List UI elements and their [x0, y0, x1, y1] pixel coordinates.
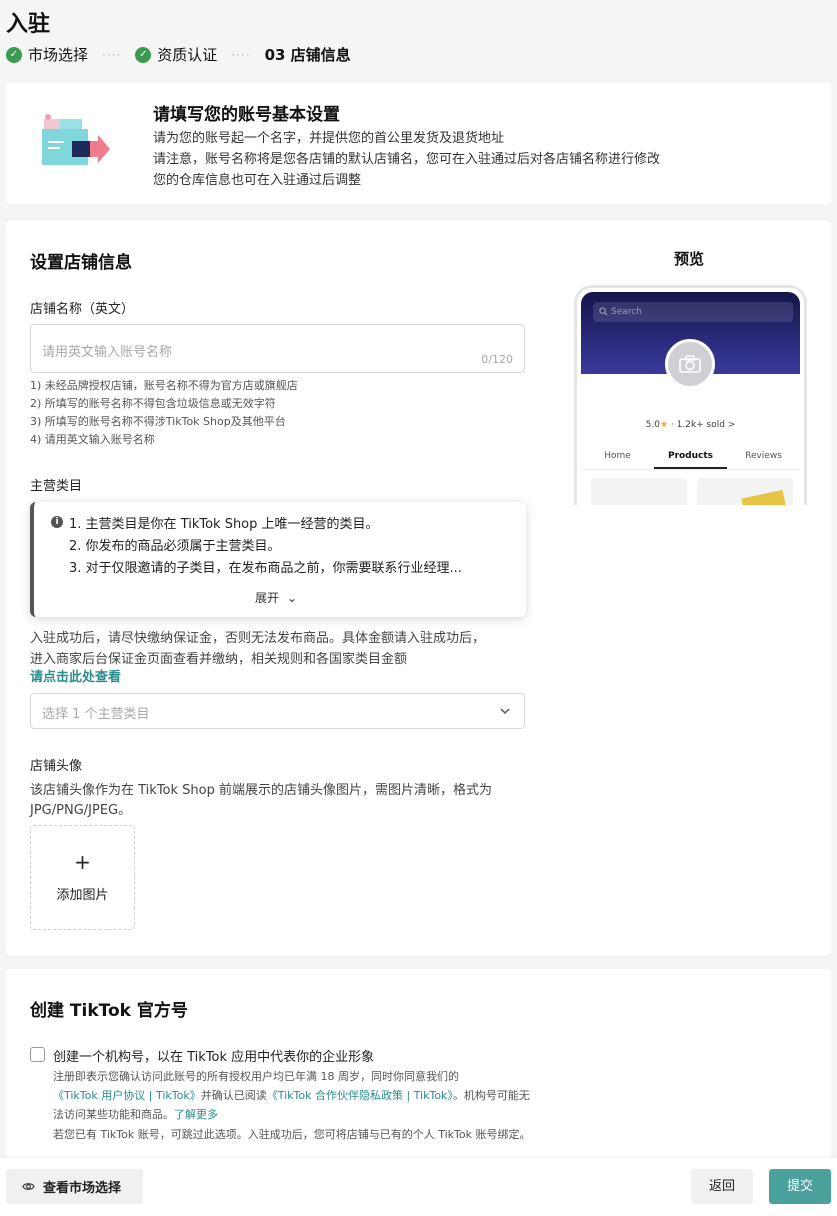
preview-product: [591, 478, 687, 505]
intro-title: 请填写您的账号基本设置: [153, 105, 340, 125]
plus-icon: +: [74, 850, 91, 874]
rating-value: 5.0: [645, 420, 660, 430]
camera-icon: [679, 355, 701, 373]
page-title: 入驻: [6, 12, 51, 37]
preview-search-text: Search: [611, 307, 642, 317]
terms-text-tail: 。机构号可能无: [452, 1089, 530, 1102]
official-account-option: 创建一个机构号，以在 TikTok 应用中代表你的企业形象: [53, 1050, 375, 1065]
step-shop-info: 03 店铺信息: [265, 44, 351, 65]
category-select-placeholder: 选择 1 个主营类目: [42, 707, 150, 722]
star-icon: ★: [659, 420, 669, 430]
preview-tab-reviews: Reviews: [745, 451, 782, 461]
tip-line: 1. 主营类目是你在 TikTok Shop 上唯一经营的类目。: [69, 517, 379, 532]
step-separator: ····: [231, 47, 251, 62]
chevron-down-icon: [500, 708, 510, 715]
preview-title: 预览: [674, 250, 705, 268]
store-illustration-icon: [42, 114, 110, 165]
avatar-upload[interactable]: + 添加图片: [30, 825, 135, 930]
check-circle-icon: ✓: [135, 46, 152, 63]
avatar-desc: 该店铺头像作为在 TikTok Shop 前端展示的店铺头像图片，需图片清晰，格…: [30, 783, 492, 798]
preview-tabs: Home Products Reviews: [581, 446, 800, 470]
view-market-button[interactable]: 查看市场选择: [6, 1169, 143, 1204]
expand-label: 展开: [255, 591, 280, 605]
back-button[interactable]: 返回: [691, 1169, 753, 1204]
terms-text: 注册即表示您确认访问此账号的所有授权用户均已年满 18 周岁，同时你同意我们的: [53, 1070, 459, 1083]
step-label: 资质认证: [157, 46, 218, 64]
step-market: ✓ 市场选择: [6, 44, 88, 65]
check-circle-icon: ✓: [6, 46, 22, 63]
view-market-label: 查看市场选择: [43, 1181, 122, 1196]
preview-rating: 5.0★ · 1.2k+ sold >: [577, 420, 804, 430]
step-qualification: ✓ 资质认证: [135, 44, 217, 65]
intro-line: 您的仓库信息也可在入驻通过后调整: [153, 173, 362, 188]
eye-icon: [22, 1183, 35, 1190]
search-icon: [599, 307, 608, 316]
intro-line: 请为您的账号起一个名字，并提供您的首公里发货及退货地址: [153, 131, 505, 146]
rule-item: 4) 请用英文输入账号名称: [30, 433, 155, 446]
tip-line: 2. 你发布的商品必须属于主营类目。: [69, 539, 281, 554]
expand-button[interactable]: 展开 ⌄: [255, 589, 297, 606]
privacy-policy-link[interactable]: 《TikTok 合作伙伴隐私政策 | TikTok》: [267, 1089, 453, 1102]
official-account-checkbox[interactable]: [30, 1047, 45, 1062]
tip-line: 3. 对于仅限邀请的子类目，在发布商品之前，你需要联系行业经理...: [69, 561, 462, 576]
category-label: 主营类目: [30, 479, 83, 494]
terms-text: 《TikTok 用户协议 | TikTok》并确认已阅读《TikTok 合作伙伴…: [53, 1087, 530, 1103]
terms-text: 若您已有 TikTok 账号，可跳过此选项。入驻成功后，您可将店铺与已有的个人 …: [53, 1128, 531, 1141]
intro-line: 请注意，账号名称将是您各店铺的默认店铺名，您可在入驻通过后对各店铺名称进行修改: [153, 152, 661, 167]
deposit-rules-link[interactable]: 请点击此处查看: [30, 666, 121, 685]
upload-label: 添加图片: [56, 888, 109, 903]
submit-button[interactable]: 提交: [769, 1169, 831, 1204]
char-counter: 0/120: [481, 353, 513, 366]
section-title: 设置店铺信息: [30, 253, 132, 273]
footer-bar: 查看市场选择 返回 提交: [0, 1158, 837, 1216]
intro-card: 请填写您的账号基本设置 请为您的账号起一个名字，并提供您的首公里发货及退货地址 …: [6, 83, 831, 204]
learn-more-link[interactable]: 了解更多: [174, 1108, 218, 1121]
shop-name-label: 店铺名称（英文）: [30, 302, 135, 317]
phone-preview: Search 5.0★ · 1.2k+ sold > Home Products…: [574, 285, 807, 505]
deposit-note: 进入商家后台保证金页面查看并缴纳，相关规则和各国家类目金额: [30, 652, 408, 667]
chevron-down-icon: ⌄: [286, 591, 297, 605]
step-label: 市场选择: [28, 46, 89, 64]
step-label: 03 店铺信息: [264, 46, 351, 64]
rule-item: 2) 所填写的账号名称不得包含垃圾信息或无效字符: [30, 397, 276, 410]
terms-text-line: 法访问某些功能和商品。: [53, 1108, 174, 1121]
terms-text-mid: 并确认已阅读: [200, 1089, 267, 1102]
shop-name-input[interactable]: 请用英文输入账号名称 0/120: [30, 324, 525, 373]
avatar: [665, 339, 715, 389]
preview-tab-products: Products: [654, 446, 727, 469]
rule-item: 3) 所填写的账号名称不得涉TikTok Shop及其他平台: [30, 415, 286, 428]
shop-info-card: 设置店铺信息 店铺名称（英文） 请用英文输入账号名称 0/120 1) 未经品牌…: [6, 221, 831, 955]
sold-count: · 1.2k+ sold >: [670, 420, 736, 430]
shop-name-placeholder: 请用英文输入账号名称: [42, 345, 173, 360]
category-select[interactable]: 选择 1 个主营类目: [30, 693, 525, 729]
preview-tab-home: Home: [604, 451, 631, 461]
step-indicator: ✓ 市场选择 ···· ✓ 资质认证 ···· 03 店铺信息: [6, 44, 351, 65]
official-account-card: 创建 TikTok 官方号 创建一个机构号，以在 TikTok 应用中代表你的企…: [6, 969, 831, 1161]
info-icon: i: [51, 516, 63, 528]
deposit-note: 入驻成功后，请尽快缴纳保证金，否则无法发布商品。具体金额请入驻成功后，: [30, 631, 486, 646]
user-agreement-link[interactable]: 《TikTok 用户协议 | TikTok》: [53, 1089, 201, 1102]
shop-name-rules: 1) 未经品牌授权店铺，账号名称不得为官方店或旗舰店 2) 所填写的账号名称不得…: [30, 377, 298, 449]
avatar-desc: JPG/PNG/JPEG。: [30, 803, 132, 818]
preview-product: [697, 478, 793, 505]
step-separator: ····: [102, 47, 122, 62]
preview-search: Search: [593, 302, 793, 322]
avatar-label: 店铺头像: [30, 759, 83, 774]
rule-item: 1) 未经品牌授权店铺，账号名称不得为官方店或旗舰店: [30, 379, 298, 392]
category-tip: i 1. 主营类目是你在 TikTok Shop 上唯一经营的类目。 2. 你发…: [30, 502, 526, 617]
section-title: 创建 TikTok 官方号: [30, 1001, 188, 1021]
terms-text: 法访问某些功能和商品。了解更多: [53, 1106, 218, 1122]
